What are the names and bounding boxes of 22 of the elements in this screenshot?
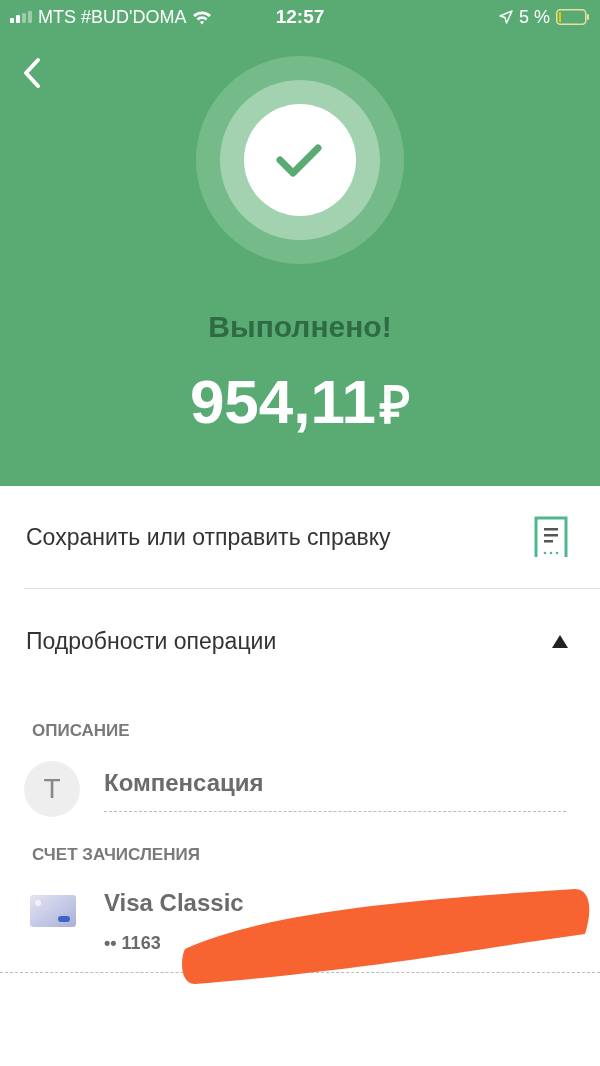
battery-icon <box>556 9 590 25</box>
account-name: Visa Classic <box>104 889 244 917</box>
success-check-icon <box>196 56 404 264</box>
section-heading: СЧЕТ ЗАЧИСЛЕНИЯ <box>32 845 201 865</box>
amount-value: 954,11 <box>189 366 377 437</box>
location-arrow-icon <box>498 10 513 24</box>
section-heading: ОПИСАНИЕ <box>32 721 131 741</box>
back-button[interactable] <box>22 57 42 89</box>
battery-percent: 5 % <box>518 6 550 28</box>
currency-sign: ₽ <box>380 375 411 436</box>
signal-icon <box>10 11 32 23</box>
details-toggle[interactable]: Подробности операции <box>0 589 600 693</box>
card-icon <box>30 895 76 927</box>
carrier-name: MTS #BUD'DOMA <box>38 6 187 28</box>
clock-time: 12:57 <box>275 6 325 28</box>
receipt-button[interactable]: Сохранить или отправить справку <box>0 486 600 588</box>
wifi-icon <box>192 9 213 25</box>
avatar-initial: Т <box>24 761 80 817</box>
status-title: Выполнено! <box>208 310 392 344</box>
account-number: •• 1163 <box>104 933 162 954</box>
receipt-icon <box>534 516 568 558</box>
description-field[interactable]: Компенсация <box>104 761 566 812</box>
